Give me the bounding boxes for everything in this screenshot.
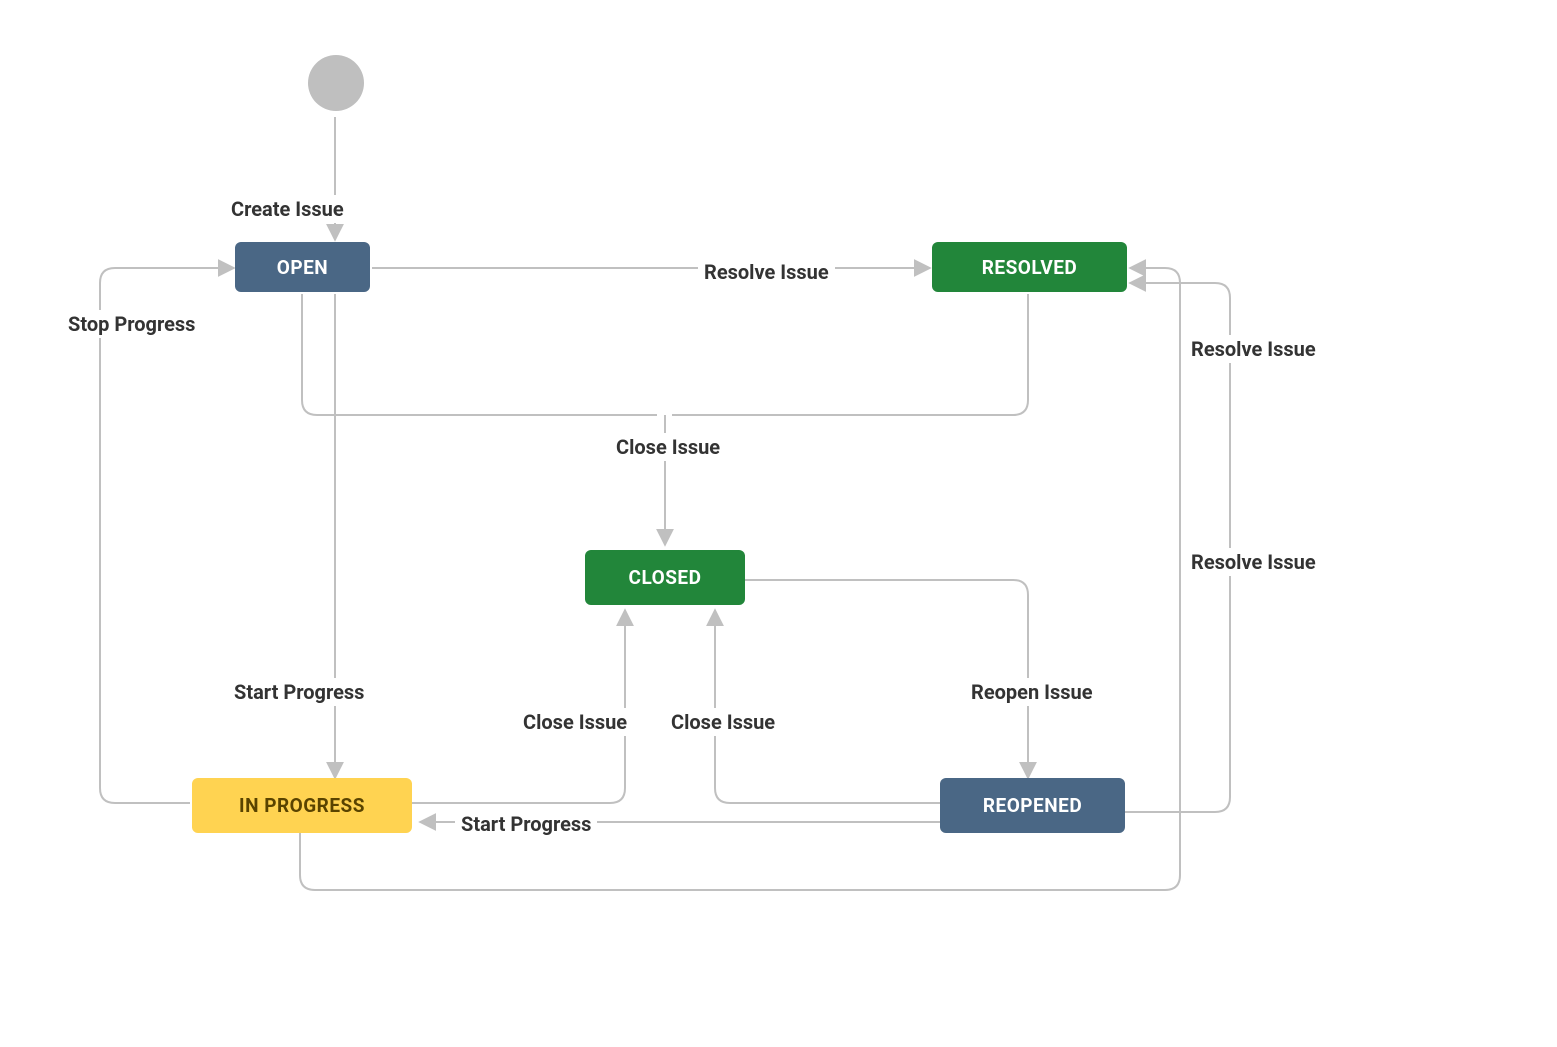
label-close-issue-top: Close Issue — [610, 433, 726, 461]
state-resolved-label: RESOLVED — [982, 256, 1078, 279]
label-create-issue: Create Issue — [225, 195, 350, 223]
edge-inprogress-to-closed — [410, 610, 625, 803]
edge-stop-progress — [100, 268, 234, 803]
label-start-progress-open: Start Progress — [228, 678, 370, 706]
label-close-issue-right: Close Issue — [665, 708, 781, 736]
state-open-label: OPEN — [277, 256, 328, 279]
state-resolved: RESOLVED — [932, 242, 1127, 292]
state-open: OPEN — [235, 242, 370, 292]
edge-open-down-to-close-merge — [302, 294, 657, 415]
start-node — [308, 55, 364, 111]
state-reopened-label: REOPENED — [983, 794, 1082, 817]
label-resolve-issue-open: Resolve Issue — [698, 258, 835, 286]
label-start-progress-reopened: Start Progress — [455, 810, 597, 838]
label-resolve-issue-right-upper: Resolve Issue — [1185, 335, 1322, 363]
edge-reopened-to-closed — [715, 610, 940, 803]
state-closed-label: CLOSED — [629, 566, 702, 589]
edge-resolved-down-to-close-merge — [672, 294, 1028, 415]
state-in-progress-label: IN PROGRESS — [239, 794, 365, 817]
state-reopened: REOPENED — [940, 778, 1125, 833]
state-in-progress: IN PROGRESS — [192, 778, 412, 833]
workflow-diagram: OPEN RESOLVED CLOSED IN PROGRESS REOPENE… — [0, 0, 1557, 1047]
edges-layer — [0, 0, 1557, 1047]
label-stop-progress: Stop Progress — [62, 310, 201, 338]
label-reopen-issue: Reopen Issue — [965, 678, 1099, 706]
label-close-issue-left: Close Issue — [517, 708, 633, 736]
state-closed: CLOSED — [585, 550, 745, 605]
label-resolve-issue-right-lower: Resolve Issue — [1185, 548, 1322, 576]
